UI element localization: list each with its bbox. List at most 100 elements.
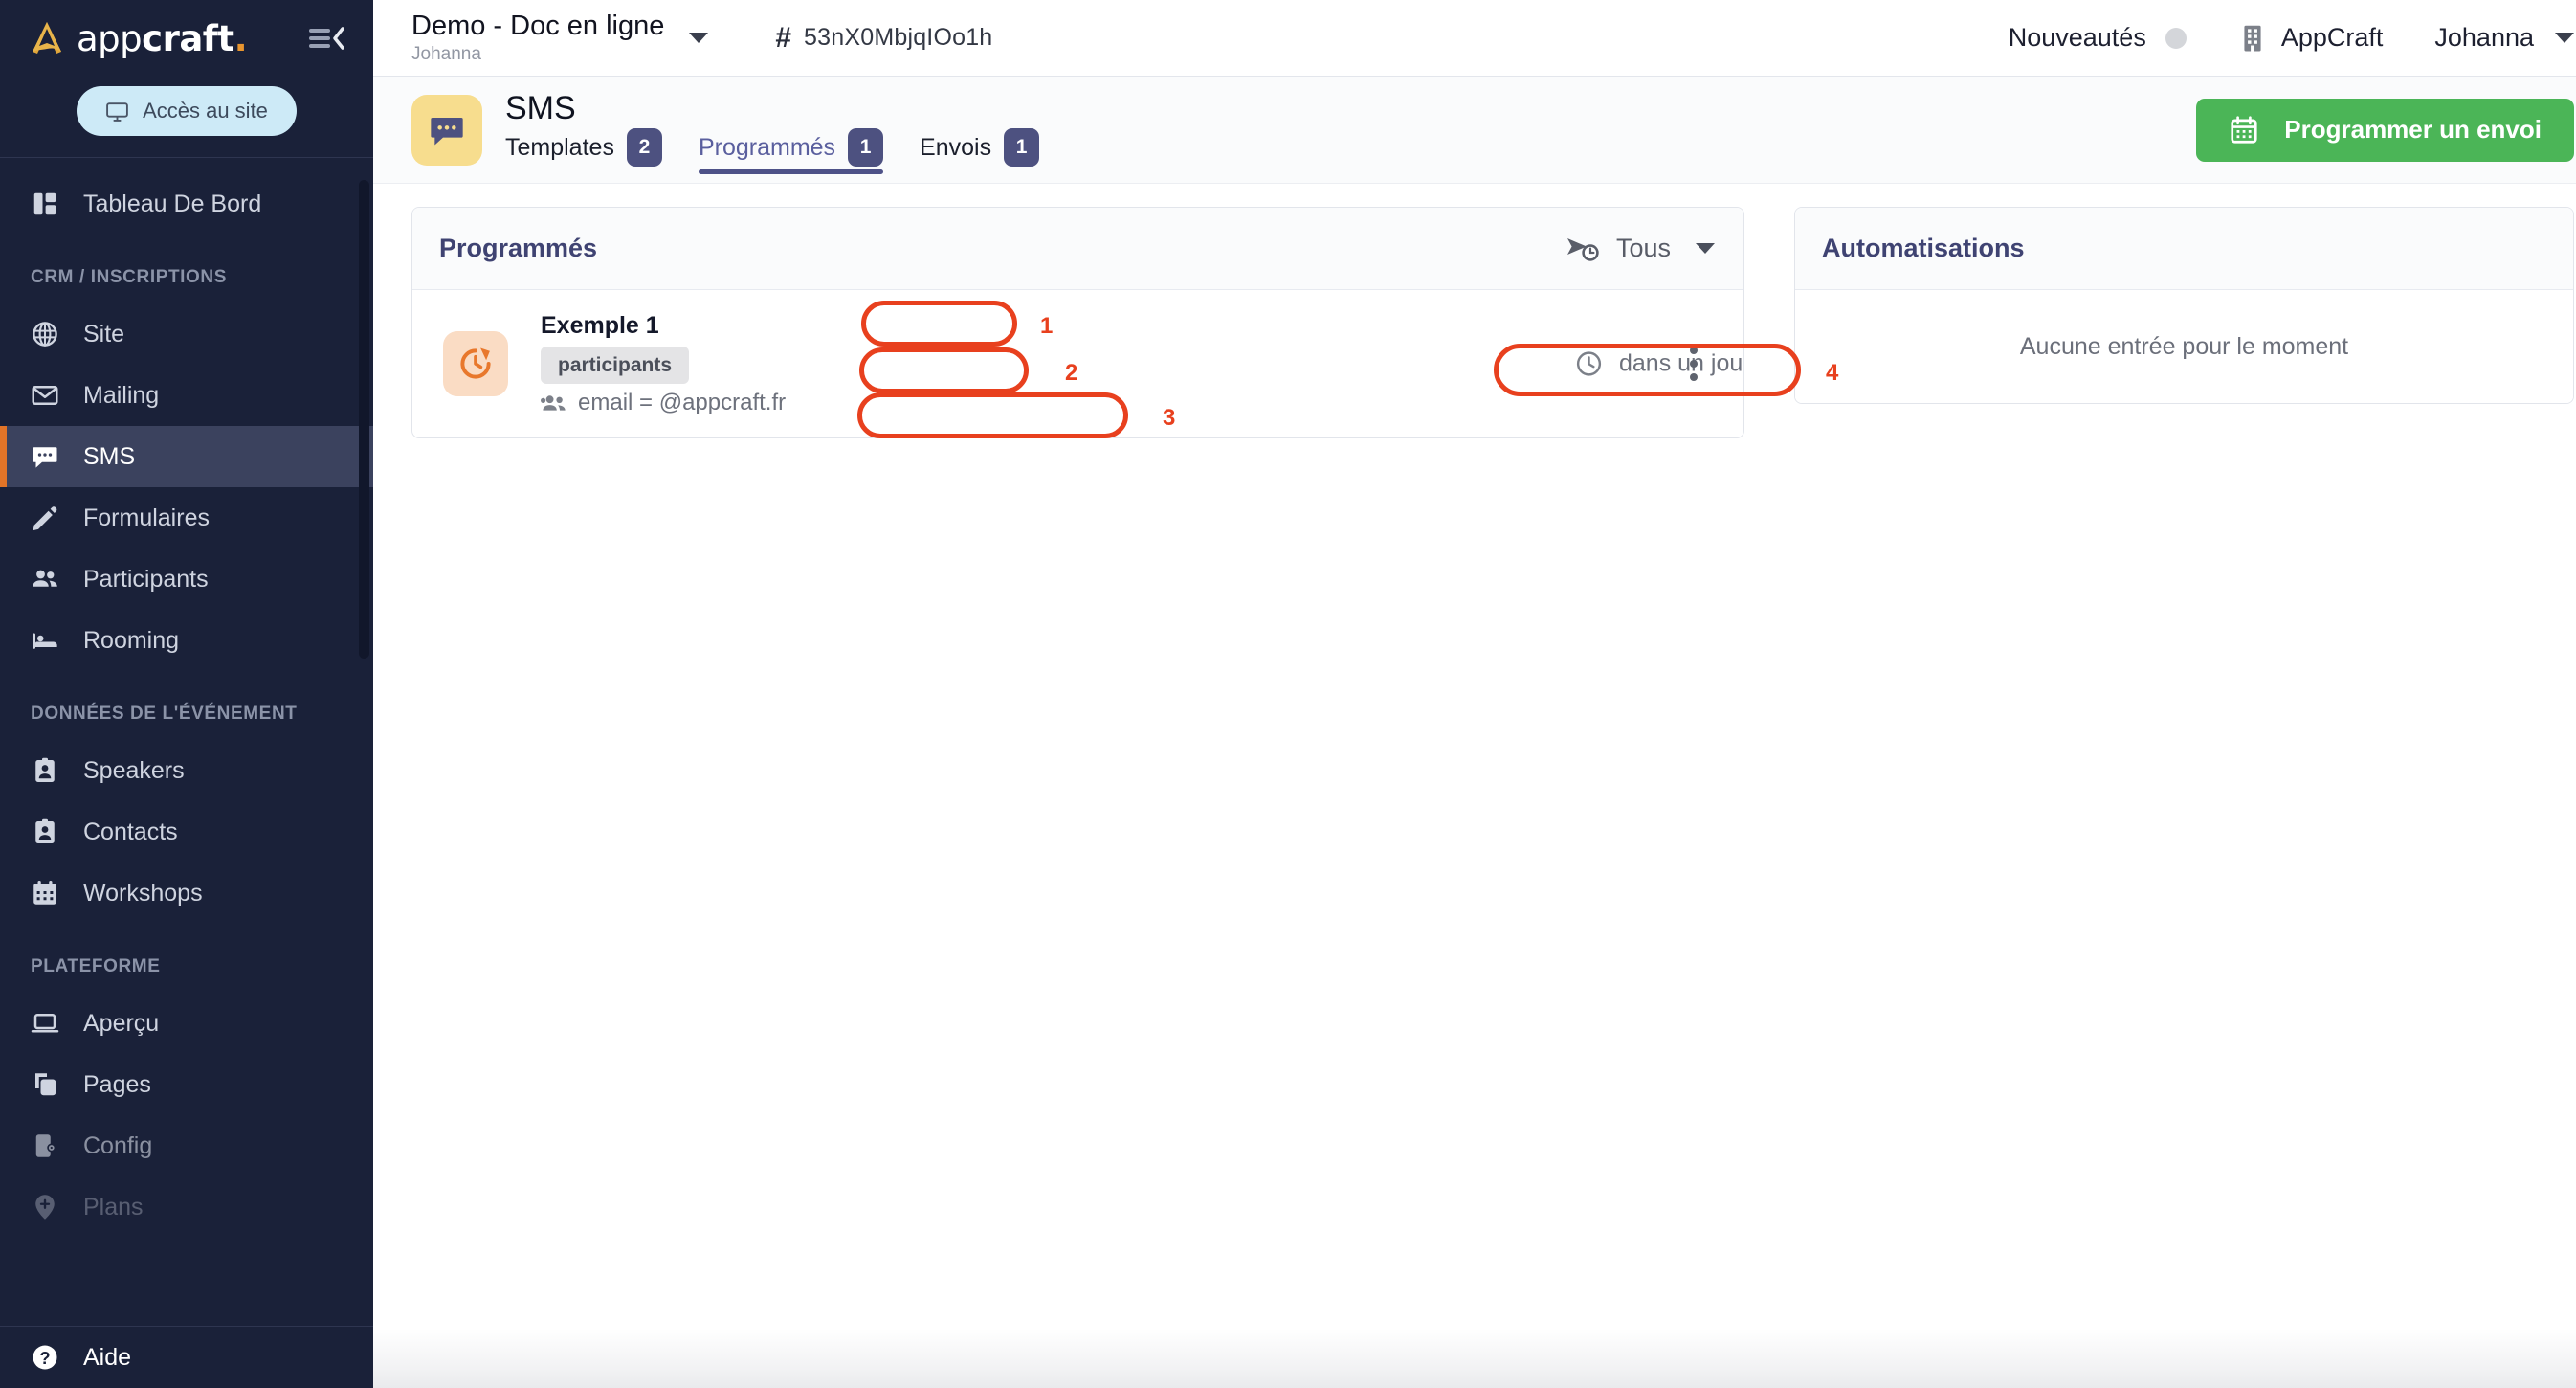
building-icon bbox=[2240, 24, 2265, 53]
automations-card-title: Automatisations bbox=[1822, 234, 2025, 263]
access-site-button[interactable]: Accès au site bbox=[77, 86, 297, 136]
sidebar-item-contacts[interactable]: Contacts bbox=[0, 801, 373, 862]
sidebar-item-label: Formulaires bbox=[83, 504, 210, 532]
scheduled-row-when-text: dans un jour bbox=[1619, 350, 1744, 378]
sidebar-item-tableau-de-bord[interactable]: Tableau De Bord bbox=[0, 173, 373, 235]
scheduled-row-menu-button[interactable] bbox=[1684, 341, 1703, 387]
sidebar-item-aide[interactable]: ? Aide bbox=[0, 1326, 373, 1388]
sidebar-item-label: Mailing bbox=[83, 382, 159, 410]
recurring-icon-box bbox=[443, 331, 508, 396]
automations-empty-state: Aucune entrée pour le moment bbox=[1795, 290, 2573, 403]
people-icon bbox=[541, 392, 567, 414]
copy-pages-icon bbox=[31, 1070, 59, 1099]
chevron-down-icon bbox=[689, 33, 708, 43]
scheduled-row-audience: email = @appcraft.fr bbox=[541, 390, 786, 416]
sidebar-item-plans[interactable]: Plans bbox=[0, 1176, 373, 1238]
sidebar-item-site[interactable]: Site bbox=[0, 303, 373, 365]
sidebar-section-crm: CRM / INSCRIPTIONS bbox=[0, 235, 373, 303]
contact-card-icon bbox=[31, 756, 59, 785]
sidebar-scrollbar[interactable] bbox=[359, 180, 369, 659]
brand-row: appcraft. bbox=[0, 0, 373, 77]
tab-templates[interactable]: Templates 2 bbox=[505, 132, 683, 174]
scheduled-row-audience-text: email = @appcraft.fr bbox=[578, 390, 786, 416]
organization-selector[interactable]: AppCraft bbox=[2240, 23, 2384, 53]
access-button-wrap: Accès au site bbox=[0, 77, 373, 157]
tab-badge: 1 bbox=[848, 128, 883, 167]
tab-envois[interactable]: Envois 1 bbox=[920, 132, 1060, 174]
automations-card: Automatisations Aucune entrée pour le mo… bbox=[1794, 207, 2574, 404]
bed-icon bbox=[31, 626, 59, 655]
sidebar-item-label: Rooming bbox=[83, 627, 179, 655]
dashboard-icon bbox=[31, 190, 59, 218]
brand-wordmark: appcraft. bbox=[77, 21, 247, 56]
user-menu[interactable]: Johanna bbox=[2434, 23, 2574, 53]
news-label: Nouveautés bbox=[2009, 23, 2146, 53]
main-area: Demo - Doc en ligne Johanna # 53nX0MbjqI… bbox=[373, 0, 2576, 1388]
sidebar-item-config[interactable]: Config bbox=[0, 1115, 373, 1176]
page-header: SMS Templates 2 Programmés 1 Envois 1 bbox=[373, 77, 2576, 184]
sidebar-item-label: Aperçu bbox=[83, 1010, 159, 1038]
monitor-icon bbox=[105, 100, 129, 123]
calendar-icon bbox=[31, 879, 59, 907]
scheduled-row[interactable]: Exemple 1 participants email = @appcraft… bbox=[412, 290, 1743, 437]
page-content: Programmés Tous bbox=[373, 184, 2576, 1388]
page-tabs: Templates 2 Programmés 1 Envois 1 bbox=[505, 132, 1060, 174]
sidebar-item-label: Contacts bbox=[83, 818, 178, 846]
sidebar-item-speakers[interactable]: Speakers bbox=[0, 740, 373, 801]
sidebar-item-mailing[interactable]: Mailing bbox=[0, 365, 373, 426]
scheduled-row-name: Exemple 1 bbox=[541, 311, 786, 341]
sidebar-item-sms[interactable]: SMS bbox=[0, 426, 373, 487]
kebab-menu-icon bbox=[1690, 347, 1698, 354]
topbar: Demo - Doc en ligne Johanna # 53nX0MbjqI… bbox=[373, 0, 2576, 77]
svg-text:?: ? bbox=[39, 1349, 50, 1368]
question-circle-icon: ? bbox=[31, 1343, 59, 1372]
sidebar-nav: Tableau De Bord CRM / INSCRIPTIONS Site … bbox=[0, 173, 373, 1388]
sidebar-item-pages[interactable]: Pages bbox=[0, 1054, 373, 1115]
event-selector[interactable]: Demo - Doc en ligne Johanna bbox=[411, 11, 708, 63]
schedule-send-button[interactable]: Programmer un envoi bbox=[2196, 99, 2574, 162]
sidebar-item-label: Site bbox=[83, 321, 124, 348]
laptop-icon bbox=[31, 1009, 59, 1038]
sidebar-item-workshops[interactable]: Workshops bbox=[0, 862, 373, 924]
news-button[interactable]: Nouveautés bbox=[2009, 23, 2187, 53]
brand-dot: . bbox=[234, 18, 248, 59]
scheduled-row-chip: participants bbox=[541, 347, 689, 384]
scheduled-filter-dropdown[interactable]: Tous bbox=[1566, 234, 1715, 263]
sidebar-item-label: Config bbox=[83, 1132, 152, 1160]
collapse-sidebar-icon[interactable] bbox=[308, 24, 344, 53]
tab-label: Programmés bbox=[699, 134, 835, 162]
schedule-send-label: Programmer un envoi bbox=[2284, 115, 2542, 145]
user-label: Johanna bbox=[2434, 23, 2534, 53]
news-status-dot bbox=[2165, 28, 2187, 49]
event-names: Demo - Doc en ligne Johanna bbox=[411, 11, 664, 63]
page-title-and-tabs: SMS Templates 2 Programmés 1 Envois 1 bbox=[505, 77, 1060, 183]
sidebar-item-label: Plans bbox=[83, 1194, 144, 1221]
sidebar: appcraft. Accès au site bbox=[0, 0, 373, 1388]
tab-badge: 2 bbox=[627, 128, 662, 167]
sidebar-item-rooming[interactable]: Rooming bbox=[0, 610, 373, 671]
pencil-icon bbox=[31, 504, 59, 532]
sidebar-item-label: Speakers bbox=[83, 757, 185, 785]
organization-label: AppCraft bbox=[2281, 23, 2384, 53]
tab-label: Templates bbox=[505, 134, 614, 162]
sidebar-item-label: SMS bbox=[83, 443, 135, 471]
people-icon bbox=[31, 565, 59, 593]
automations-empty-text: Aucune entrée pour le moment bbox=[2020, 333, 2348, 361]
scheduled-card-header: Programmés Tous bbox=[412, 208, 1743, 290]
scheduled-send-icon bbox=[1566, 235, 1600, 263]
appcraft-logo-icon bbox=[27, 19, 67, 57]
sidebar-item-formulaires[interactable]: Formulaires bbox=[0, 487, 373, 548]
chevron-down-icon bbox=[1696, 243, 1715, 254]
tab-label: Envois bbox=[920, 134, 991, 162]
sms-bubble-icon bbox=[31, 442, 59, 471]
app-root: appcraft. Accès au site bbox=[0, 0, 2576, 1388]
access-site-label: Accès au site bbox=[143, 99, 268, 123]
automations-card-header: Automatisations bbox=[1795, 208, 2573, 290]
brand-word-craft: craft bbox=[142, 18, 233, 59]
sidebar-item-participants[interactable]: Participants bbox=[0, 548, 373, 610]
clock-refresh-icon bbox=[457, 346, 494, 382]
scheduled-row-details: Exemple 1 participants email = @appcraft… bbox=[541, 311, 786, 416]
sidebar-section-plateforme: PLATEFORME bbox=[0, 924, 373, 993]
sidebar-item-apercu[interactable]: Aperçu bbox=[0, 993, 373, 1054]
tab-programmes[interactable]: Programmés 1 bbox=[699, 132, 904, 174]
